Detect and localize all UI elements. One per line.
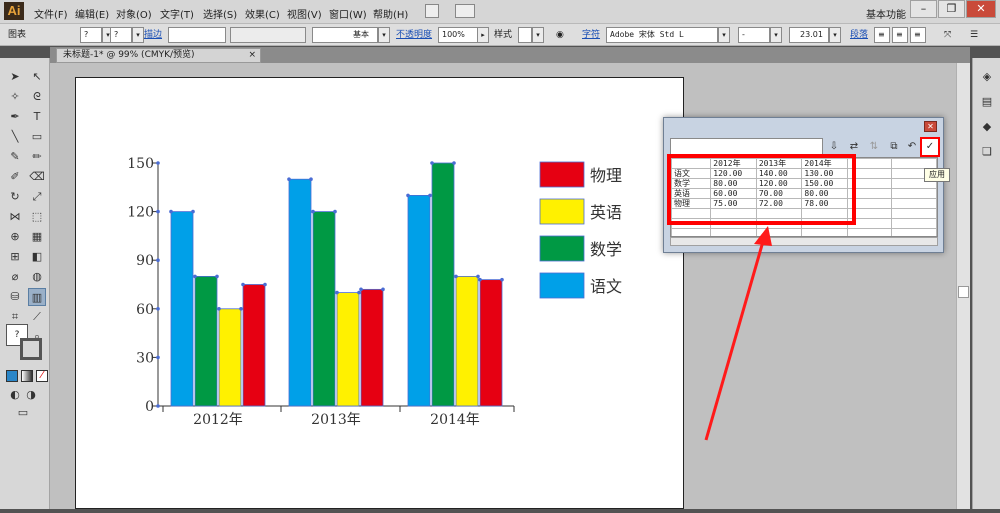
annotation-arrow-shaft (704, 237, 766, 441)
annotation-overlay (667, 154, 856, 441)
annotation-arrow-head (754, 226, 772, 246)
data-highlight-box (667, 154, 856, 225)
